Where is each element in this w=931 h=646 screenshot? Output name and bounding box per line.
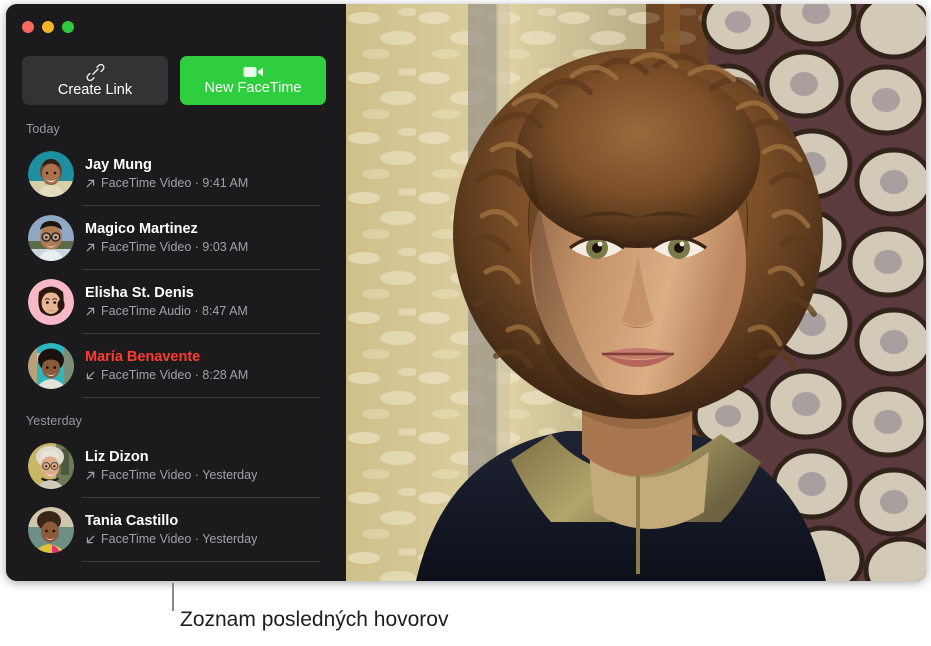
caller-name: Liz Dizon	[85, 449, 149, 465]
caller-name: María Benavente	[85, 349, 201, 365]
avatar	[28, 151, 74, 197]
call-meta-text: FaceTime Video · 8:28 AM	[101, 367, 249, 382]
arrow-up-right-icon	[85, 306, 96, 317]
video-preview-pane[interactable]	[346, 4, 926, 581]
create-link-button[interactable]: Create Link	[22, 56, 168, 105]
list-item[interactable]: Tania Castillo FaceTime Video · Yesterda…	[6, 498, 346, 562]
row-separator	[82, 561, 320, 562]
call-meta: FaceTime Video · 8:28 AM	[85, 367, 249, 383]
call-meta-text: FaceTime Video · Yesterday	[101, 531, 258, 546]
call-info: María Benavente FaceTime Video · 8:28 AM	[85, 350, 248, 383]
avatar	[28, 443, 74, 489]
call-meta: FaceTime Video · Yesterday	[85, 467, 258, 483]
call-info: Liz Dizon FaceTime Video · Yesterday	[85, 450, 257, 483]
call-info: Jay Mung FaceTime Video · 9:41 AM	[85, 158, 248, 191]
arrow-down-left-icon	[85, 534, 96, 545]
section-header-today: Today	[26, 122, 60, 136]
call-meta: FaceTime Video · Yesterday	[85, 531, 258, 547]
arrow-up-right-icon	[85, 242, 96, 253]
arrow-down-left-icon	[85, 370, 96, 381]
new-facetime-label: New FaceTime	[204, 80, 302, 97]
call-meta-text: FaceTime Audio · 8:47 AM	[101, 303, 248, 318]
list-item[interactable]: María Benavente FaceTime Video · 8:28 AM	[6, 334, 346, 398]
caller-name: Elisha St. Denis	[85, 285, 194, 301]
portrait-photo	[346, 4, 926, 581]
caller-name: Tania Castillo	[85, 513, 179, 529]
call-meta-text: FaceTime Video · 9:03 AM	[101, 239, 249, 254]
new-facetime-button[interactable]: New FaceTime	[180, 56, 326, 105]
avatar	[28, 279, 74, 325]
call-meta: FaceTime Audio · 8:47 AM	[85, 303, 248, 319]
call-meta-text: FaceTime Video · Yesterday	[101, 467, 258, 482]
callout-label: Zoznam posledných hovorov	[180, 608, 449, 631]
call-meta: FaceTime Video · 9:03 AM	[85, 239, 249, 255]
row-separator	[82, 397, 320, 398]
close-button[interactable]	[22, 21, 34, 33]
call-info: Tania Castillo FaceTime Video · Yesterda…	[85, 514, 257, 547]
avatar	[28, 343, 74, 389]
call-meta-text: FaceTime Video · 9:41 AM	[101, 175, 249, 190]
call-info: Magico Martinez FaceTime Video · 9:03 AM	[85, 222, 248, 255]
facetime-window: Create Link New FaceTime Today Jay Mung …	[6, 4, 926, 581]
list-item[interactable]: Jay Mung FaceTime Video · 9:41 AM	[6, 142, 346, 206]
minimize-button[interactable]	[42, 21, 54, 33]
call-info: Elisha St. Denis FaceTime Audio · 8:47 A…	[85, 286, 248, 319]
window-controls	[22, 21, 74, 33]
callout-leader-line	[172, 583, 174, 611]
avatar	[28, 215, 74, 261]
video-camera-icon	[243, 65, 264, 79]
list-item[interactable]: Elisha St. Denis FaceTime Audio · 8:47 A…	[6, 270, 346, 334]
caller-name: Jay Mung	[85, 157, 152, 173]
recent-calls-list[interactable]: Today Jay Mung FaceTime Video · 9:41 AM …	[6, 114, 346, 581]
create-link-label: Create Link	[57, 81, 133, 98]
arrow-up-right-icon	[85, 178, 96, 189]
toolbar: Create Link New FaceTime	[22, 56, 326, 105]
list-item[interactable]: Magico Martinez FaceTime Video · 9:03 AM	[6, 206, 346, 270]
avatar	[28, 507, 74, 553]
link-icon	[85, 63, 105, 81]
list-item[interactable]: Liz Dizon FaceTime Video · Yesterday	[6, 434, 346, 498]
arrow-up-right-icon	[85, 470, 96, 481]
section-header-yesterday: Yesterday	[26, 414, 83, 428]
sidebar: Create Link New FaceTime Today Jay Mung …	[6, 4, 346, 581]
zoom-button[interactable]	[62, 21, 74, 33]
call-meta: FaceTime Video · 9:41 AM	[85, 175, 249, 191]
caller-name: Magico Martinez	[85, 221, 198, 237]
